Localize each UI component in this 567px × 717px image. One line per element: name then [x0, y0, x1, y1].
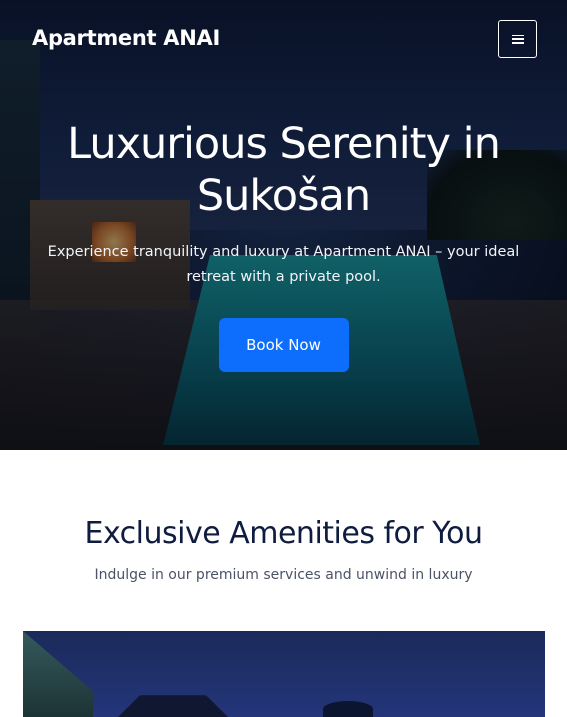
- hero-content: Luxurious Serenity in Sukošan Experience…: [0, 118, 567, 372]
- hero-title: Luxurious Serenity in Sukošan: [67, 119, 501, 221]
- book-now-button[interactable]: Book Now: [218, 318, 349, 372]
- top-navbar: Apartment ANAI: [0, 0, 567, 80]
- amenities-image-tree: [323, 701, 373, 717]
- amenities-section: Exclusive Amenities for You Indulge in o…: [0, 450, 567, 717]
- brand-logo-link[interactable]: Apartment ANAI: [32, 26, 220, 50]
- amenities-title: Exclusive Amenities for You: [84, 516, 483, 551]
- amenities-image-roof: [118, 695, 228, 717]
- hero-section: Apartment ANAI Luxurious Serenity in Suk…: [0, 0, 567, 450]
- hero-subtitle: Experience tranquility and luxury at Apa…: [47, 244, 520, 285]
- amenities-image: [23, 631, 545, 717]
- amenities-subtitle: Indulge in our premium services and unwi…: [94, 567, 473, 583]
- hamburger-menu-icon: [511, 34, 524, 44]
- menu-toggle-button[interactable]: [498, 20, 537, 58]
- amenities-image-building: [23, 631, 93, 717]
